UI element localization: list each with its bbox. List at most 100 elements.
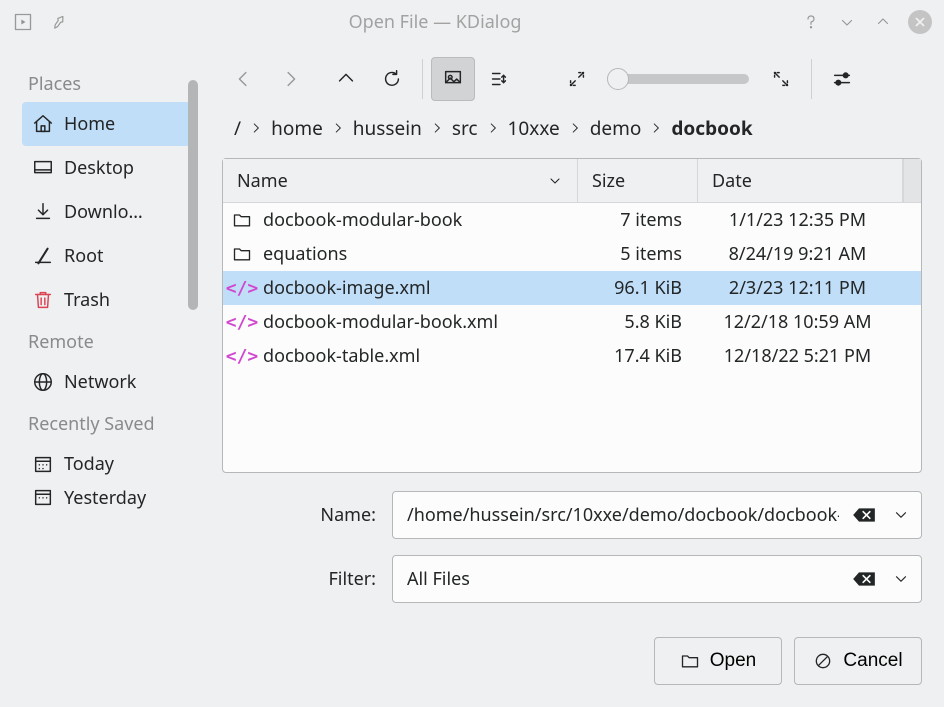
column-header-date[interactable]: Date <box>698 159 903 202</box>
file-name: equations <box>263 242 347 266</box>
file-row[interactable]: </>docbook-modular-book.xml5.8 KiB12/2/1… <box>223 305 921 339</box>
column-header-name[interactable]: Name <box>223 159 578 202</box>
calendar-icon <box>32 486 54 508</box>
clear-icon[interactable] <box>850 568 878 590</box>
remote-heading: Remote <box>22 322 192 360</box>
file-date: 8/24/19 9:21 AM <box>698 242 921 266</box>
forbidden-icon <box>813 651 833 671</box>
minimize-icon[interactable] <box>836 11 858 33</box>
desktop-icon <box>32 157 54 179</box>
app-menu-icon[interactable] <box>12 11 34 33</box>
file-date: 2/3/23 12:11 PM <box>698 276 921 300</box>
breadcrumb-item-current[interactable]: docbook <box>669 113 754 143</box>
chevron-right-icon <box>430 115 444 141</box>
sort-chevron-down-icon <box>547 173 563 189</box>
places-heading: Places <box>22 72 192 102</box>
file-size: 96.1 KiB <box>578 276 698 300</box>
file-scrollbar-track[interactable] <box>903 159 921 202</box>
home-icon <box>32 113 54 135</box>
file-header: Name Size Date <box>223 159 921 203</box>
cancel-button[interactable]: Cancel <box>794 637 922 685</box>
filter-select[interactable]: All Files <box>392 555 922 603</box>
zoom-in-button[interactable] <box>759 57 803 101</box>
nav-back-button[interactable] <box>222 57 266 101</box>
settings-button[interactable] <box>820 57 864 101</box>
chevron-right-icon <box>649 115 663 141</box>
help-icon[interactable] <box>800 11 822 33</box>
sidebar-item-root[interactable]: Root <box>22 234 192 278</box>
close-icon[interactable] <box>908 10 932 34</box>
name-input[interactable] <box>392 491 922 539</box>
column-header-label: Size <box>592 169 625 193</box>
breadcrumb-item[interactable]: hussein <box>351 113 424 143</box>
view-list-button[interactable] <box>477 57 521 101</box>
file-name: docbook-modular-book.xml <box>263 310 498 334</box>
window-title: Open File — KDialog <box>70 10 800 34</box>
breadcrumb-item[interactable]: 10xxe <box>506 113 562 143</box>
sidebar-item-label: Today <box>64 452 114 476</box>
trash-icon <box>32 289 54 311</box>
sidebar-item-label: Yesterday <box>64 486 146 510</box>
breadcrumb-item[interactable]: demo <box>588 113 644 143</box>
sidebar-item-downloads[interactable]: Downlo… <box>22 190 192 234</box>
titlebar: Open File — KDialog <box>0 0 944 44</box>
pin-icon[interactable] <box>48 11 70 33</box>
nav-forward-button[interactable] <box>268 57 312 101</box>
toolbar-separator <box>422 59 423 99</box>
chevron-down-icon[interactable] <box>890 568 912 590</box>
xml-file-icon: </> <box>231 311 253 333</box>
button-label: Open <box>710 650 756 672</box>
file-pane: Name Size Date docbook-modular-book7 ite… <box>222 158 922 473</box>
sidebar-item-network[interactable]: Network <box>22 360 192 404</box>
file-row[interactable]: </> docbook-image.xml 96.1 KiB2/3/23 12:11… <box>223 271 921 305</box>
xml-file-icon: </> <box>231 277 253 299</box>
file-name: docbook-image.xml <box>263 276 430 300</box>
folder-icon <box>231 209 253 231</box>
zoom-slider[interactable] <box>609 74 749 84</box>
file-name: docbook-modular-book <box>263 208 462 232</box>
sidebar-scrollbar[interactable] <box>188 80 198 310</box>
name-label: Name: <box>222 503 392 527</box>
open-button[interactable]: Open <box>654 637 782 685</box>
download-icon <box>32 201 54 223</box>
breadcrumb-item[interactable]: src <box>450 113 480 143</box>
breadcrumb: / home hussein src 10xxe demo docbook <box>222 106 922 150</box>
sidebar-item-label: Home <box>64 112 115 136</box>
sidebar-item-label: Desktop <box>64 156 134 180</box>
clear-icon[interactable] <box>850 504 878 526</box>
sidebar-item-label: Network <box>64 370 136 394</box>
zoom-slider-knob[interactable] <box>607 68 629 90</box>
breadcrumb-root[interactable]: / <box>232 113 243 143</box>
file-row[interactable]: </>docbook-table.xml17.4 KiB12/18/22 5:2… <box>223 339 921 373</box>
reload-button[interactable] <box>370 57 414 101</box>
zoom-out-button[interactable] <box>555 57 599 101</box>
maximize-icon[interactable] <box>872 11 894 33</box>
column-header-label: Name <box>237 169 288 193</box>
sidebar-item-home[interactable]: Home <box>22 102 192 146</box>
file-row[interactable]: equations 5 items8/24/19 9:21 AM <box>223 237 921 271</box>
chevron-right-icon <box>486 115 500 141</box>
button-label: Cancel <box>843 650 902 672</box>
filter-value: All Files <box>407 567 470 591</box>
sidebar-item-desktop[interactable]: Desktop <box>22 146 192 190</box>
sidebar-item-label: Root <box>64 244 103 268</box>
folder-icon <box>680 651 700 671</box>
places-panel: Places Home Desktop Downlo… Root Trash R… <box>22 44 192 685</box>
file-date: 1/1/23 12:35 PM <box>698 208 921 232</box>
column-header-size[interactable]: Size <box>578 159 698 202</box>
network-icon <box>32 371 54 393</box>
file-list[interactable]: docbook-modular-book7 items1/1/23 12:35 … <box>223 203 921 472</box>
chevron-down-icon[interactable] <box>890 504 912 526</box>
calendar-icon <box>32 453 54 475</box>
nav-up-button[interactable] <box>324 57 368 101</box>
sidebar-item-yesterday[interactable]: Yesterday <box>22 486 192 516</box>
file-row[interactable]: docbook-modular-book7 items1/1/23 12:35 … <box>223 203 921 237</box>
sidebar-item-label: Downlo… <box>64 200 143 224</box>
file-size: 5 items <box>578 242 698 266</box>
breadcrumb-item[interactable]: home <box>269 113 325 143</box>
view-icons-button[interactable] <box>431 57 475 101</box>
sidebar-item-trash[interactable]: Trash <box>22 278 192 322</box>
sidebar-item-today[interactable]: Today <box>22 442 192 486</box>
file-date: 12/18/22 5:21 PM <box>698 344 921 368</box>
file-size: 17.4 KiB <box>578 344 698 368</box>
